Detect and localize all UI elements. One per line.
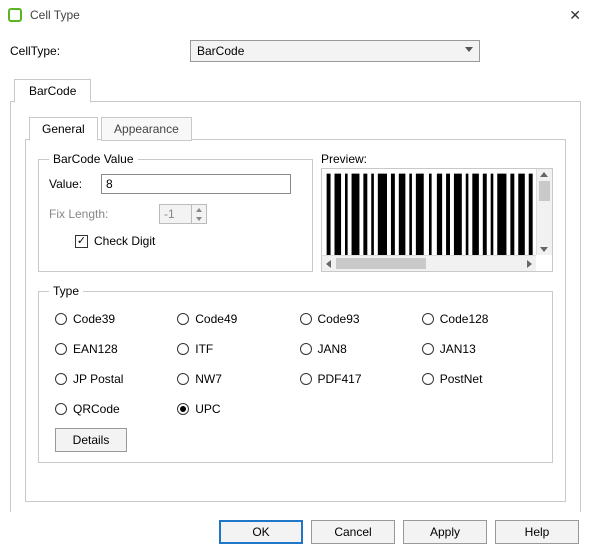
type-legend: Type bbox=[49, 284, 83, 298]
app-icon bbox=[8, 8, 22, 22]
type-radio-code39[interactable]: Code39 bbox=[55, 312, 169, 326]
tab-barcode[interactable]: BarCode bbox=[14, 79, 91, 103]
close-button[interactable]: ✕ bbox=[553, 7, 581, 24]
scroll-down-icon bbox=[540, 247, 548, 252]
cancel-button[interactable]: Cancel bbox=[311, 520, 395, 544]
radio-icon bbox=[177, 313, 189, 325]
type-radio-ean128[interactable]: EAN128 bbox=[55, 342, 169, 356]
type-radio-label: UPC bbox=[195, 402, 220, 416]
celltype-row: CellType: BarCode bbox=[10, 40, 581, 62]
cancel-button-label: Cancel bbox=[334, 525, 371, 539]
type-radio-label: Code39 bbox=[73, 312, 115, 326]
title-bar: Cell Type ✕ bbox=[0, 0, 591, 28]
type-radio-label: JAN8 bbox=[318, 342, 347, 356]
scroll-thumb-h[interactable] bbox=[336, 258, 426, 269]
type-radio-jppostal[interactable]: JP Postal bbox=[55, 372, 169, 386]
fixlength-label: Fix Length: bbox=[49, 207, 159, 221]
tab-general-label: General bbox=[42, 122, 85, 136]
tab-appearance-label: Appearance bbox=[114, 122, 179, 136]
radio-icon bbox=[55, 373, 67, 385]
type-radio-label: Code128 bbox=[440, 312, 489, 326]
fixlength-spinner[interactable] bbox=[159, 204, 207, 224]
tab-barcode-label: BarCode bbox=[29, 84, 76, 98]
apply-button[interactable]: Apply bbox=[403, 520, 487, 544]
general-pane: BarCode Value Value: Fix Length: bbox=[25, 140, 566, 502]
type-group: Type Code39 Code49 Code93 Code128 EAN128 ITF J… bbox=[38, 284, 553, 463]
type-radio-code93[interactable]: Code93 bbox=[300, 312, 414, 326]
type-radio-nw7[interactable]: NW7 bbox=[177, 372, 291, 386]
type-radio-label: EAN128 bbox=[73, 342, 118, 356]
spinner-up-icon[interactable] bbox=[192, 205, 206, 214]
type-radio-qrcode[interactable]: QRCode bbox=[55, 402, 169, 416]
celltype-combo[interactable]: BarCode bbox=[190, 40, 480, 62]
type-radio-label: QRCode bbox=[73, 402, 120, 416]
type-radio-code49[interactable]: Code49 bbox=[177, 312, 291, 326]
radio-icon bbox=[300, 343, 312, 355]
help-button[interactable]: Help bbox=[495, 520, 579, 544]
apply-button-label: Apply bbox=[430, 525, 460, 539]
radio-icon bbox=[300, 373, 312, 385]
type-radio-code128[interactable]: Code128 bbox=[422, 312, 536, 326]
type-radio-label: PDF417 bbox=[318, 372, 362, 386]
type-radio-label: Code93 bbox=[318, 312, 360, 326]
spinner-down-icon[interactable] bbox=[192, 214, 206, 223]
checkdigit-checkbox[interactable] bbox=[75, 235, 88, 248]
ok-button-label: OK bbox=[252, 525, 269, 539]
details-button-label: Details bbox=[73, 433, 110, 447]
tab-appearance[interactable]: Appearance bbox=[101, 117, 192, 141]
type-radio-label: JP Postal bbox=[73, 372, 123, 386]
scroll-left-icon bbox=[326, 260, 331, 268]
type-radio-jan8[interactable]: JAN8 bbox=[300, 342, 414, 356]
type-radio-label: ITF bbox=[195, 342, 213, 356]
preview-label: Preview: bbox=[321, 152, 553, 166]
preview-vertical-scrollbar[interactable] bbox=[536, 169, 552, 255]
scroll-right-icon bbox=[527, 260, 532, 268]
details-button[interactable]: Details bbox=[55, 428, 127, 452]
scroll-up-icon bbox=[540, 172, 548, 177]
radio-icon bbox=[55, 403, 67, 415]
barcode-value-legend: BarCode Value bbox=[49, 152, 138, 166]
type-radio-label: Code49 bbox=[195, 312, 237, 326]
ok-button[interactable]: OK bbox=[219, 520, 303, 544]
preview-horizontal-scrollbar[interactable] bbox=[322, 255, 536, 271]
radio-icon bbox=[177, 403, 189, 415]
radio-icon bbox=[422, 343, 434, 355]
inner-tabstrip: General Appearance bbox=[25, 116, 566, 140]
radio-icon bbox=[422, 373, 434, 385]
radio-icon bbox=[300, 313, 312, 325]
celltype-label: CellType: bbox=[10, 44, 190, 58]
value-input[interactable] bbox=[101, 174, 291, 194]
help-button-label: Help bbox=[525, 525, 550, 539]
fixlength-input bbox=[159, 204, 191, 224]
outer-tabstrip: BarCode bbox=[10, 78, 581, 102]
scroll-thumb-v[interactable] bbox=[539, 181, 550, 201]
checkdigit-label: Check Digit bbox=[94, 234, 155, 248]
radio-icon bbox=[55, 343, 67, 355]
chevron-down-icon bbox=[465, 47, 473, 52]
radio-icon bbox=[422, 313, 434, 325]
barcode-value-group: BarCode Value Value: Fix Length: bbox=[38, 152, 313, 272]
type-radio-postnet[interactable]: PostNet bbox=[422, 372, 536, 386]
celltype-selected: BarCode bbox=[197, 44, 244, 58]
value-label: Value: bbox=[49, 177, 101, 191]
type-radio-label: JAN13 bbox=[440, 342, 476, 356]
type-radio-label: PostNet bbox=[440, 372, 483, 386]
radio-icon bbox=[55, 313, 67, 325]
type-radio-jan13[interactable]: JAN13 bbox=[422, 342, 536, 356]
type-radio-label: NW7 bbox=[195, 372, 222, 386]
radio-icon bbox=[177, 373, 189, 385]
preview-box bbox=[321, 168, 553, 272]
type-radio-pdf417[interactable]: PDF417 bbox=[300, 372, 414, 386]
outer-tab-pane: General Appearance BarCode Value Value: … bbox=[10, 102, 581, 517]
window-title: Cell Type bbox=[30, 8, 553, 22]
type-radio-upc[interactable]: UPC bbox=[177, 402, 291, 416]
type-radio-itf[interactable]: ITF bbox=[177, 342, 291, 356]
tab-general[interactable]: General bbox=[29, 117, 98, 141]
radio-icon bbox=[177, 343, 189, 355]
action-bar: OK Cancel Apply Help bbox=[0, 512, 591, 552]
